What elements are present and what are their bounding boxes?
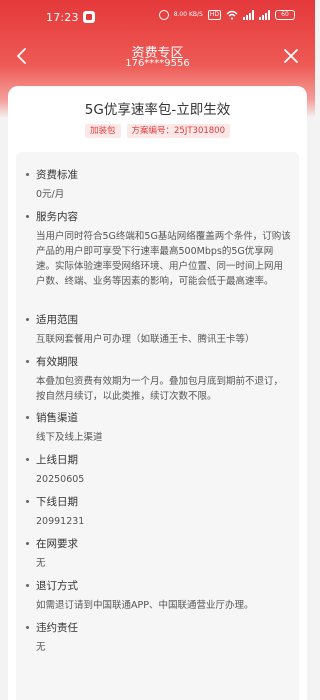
section-label: 退订方式 [26, 579, 291, 593]
status-time: 17:23 [46, 11, 79, 24]
section-offline-date: 下线日期 20991231 [26, 495, 291, 529]
section-value: 互联网套餐用户可办理（如联通王卡、腾讯王卡等） [36, 334, 255, 345]
battery-icon: 60 [275, 10, 295, 20]
section-network-requirement: 在网要求 无 [26, 537, 291, 571]
section-sales-channel: 销售渠道 线下及线上渠道 [26, 411, 291, 445]
section-label: 在网要求 [26, 537, 291, 551]
hd-icon: HD [207, 10, 221, 20]
section-label: 销售渠道 [26, 411, 291, 425]
nav-bar: 资费专区 176****9556 [0, 38, 315, 74]
details-panel: 资费标准 0元/月 服务内容 当用户同时符合5G终端和5G基站网络覆盖两个条件，… [16, 152, 299, 700]
section-value: 0元/月 [36, 189, 65, 200]
product-title: 5G优享速率包-立即生效 [84, 102, 231, 118]
section-liability: 违约责任 无 [26, 621, 291, 655]
section-unsubscribe: 退订方式 如需退订请到中国联通APP、中国联通营业厅办理。 [26, 579, 291, 613]
product-tags: 加装包 方案编号：25JT301800 [8, 124, 307, 138]
section-value: 线下及线上渠道 [36, 432, 103, 443]
tag-plan-number: 方案编号：25JT301800 [126, 124, 230, 138]
section-label: 下线日期 [26, 495, 291, 509]
section-label: 上线日期 [26, 453, 291, 467]
section-value: 无 [36, 642, 46, 653]
section-value: 如需退订请到中国联通APP、中国联通营业厅办理。 [36, 600, 254, 611]
section-value: 无 [36, 558, 46, 569]
section-scope: 适用范围 互联网套餐用户可办理（如联通王卡、腾讯王卡等） [26, 313, 291, 347]
section-validity: 有效期限 本叠加包资费有效期为一个月。叠加包月底到期前不退订，按自然月续订，以此… [26, 355, 291, 404]
section-value: 本叠加包资费有效期为一个月。叠加包月底到期前不退订，按自然月续订，以此类推，续订… [36, 376, 284, 402]
section-value: 当用户同时符合5G终端和5G基站网络覆盖两个条件，订购该产品的用户即可享受下行速… [36, 231, 291, 287]
network-speed: 8.00 KB/S [173, 11, 203, 18]
tag-package-type: 加装包 [85, 124, 121, 138]
wifi-icon [226, 10, 238, 20]
status-icons: 8.00 KB/S HD 60 [158, 10, 295, 20]
section-label: 资费标准 [26, 168, 291, 182]
status-bar: 17:23 8.00 KB/S HD 60 [0, 0, 315, 34]
section-fee-standard: 资费标准 0元/月 [26, 168, 291, 202]
section-label: 有效期限 [26, 355, 291, 369]
app-notification-icon [83, 11, 95, 23]
section-service-content: 服务内容 当用户同时符合5G终端和5G基站网络覆盖两个条件，订购该产品的用户即可… [26, 210, 291, 289]
phone-number: 176****9556 [125, 58, 190, 69]
alarm-icon [158, 10, 169, 20]
section-launch-date: 上线日期 20250605 [26, 453, 291, 487]
signal-icon-2 [259, 10, 270, 20]
section-label: 服务内容 [26, 210, 291, 224]
section-value: 20250605 [36, 474, 85, 485]
close-icon[interactable] [279, 44, 303, 68]
product-card: 5G优享速率包-立即生效 加装包 方案编号：25JT301800 资费标准 0元… [8, 86, 307, 700]
section-label: 适用范围 [26, 313, 291, 327]
signal-icon-1 [243, 10, 254, 20]
section-value: 20991231 [36, 516, 85, 527]
section-label: 违约责任 [26, 621, 291, 635]
